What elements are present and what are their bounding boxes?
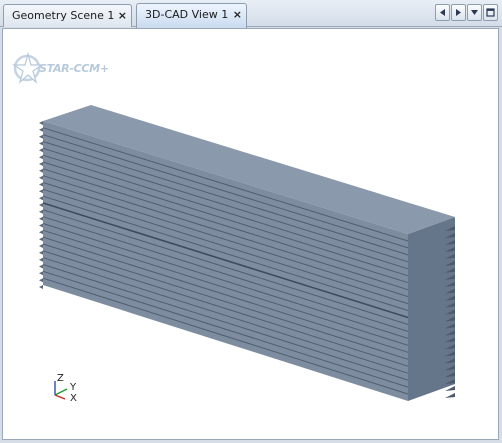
tab-navigation [435, 4, 498, 22]
tab-list-button[interactable] [467, 4, 482, 21]
x-axis-label: X [70, 393, 77, 404]
close-icon[interactable]: × [233, 4, 242, 25]
3d-viewport[interactable]: STAR-CCM+ Z Y X [2, 28, 499, 440]
fin-edge [445, 393, 455, 398]
tab-bar: Geometry Scene 1 × 3D-CAD View 1 × [0, 0, 502, 28]
y-axis-line [54, 388, 68, 396]
fin-edge [39, 121, 43, 125]
fin-edge [39, 244, 43, 248]
fin-edge [39, 264, 43, 269]
left-arrow-icon [440, 9, 445, 16]
y-axis-label: Y [69, 382, 77, 393]
fin-edge [39, 278, 43, 283]
dropdown-icon [471, 10, 478, 15]
z-axis-label: Z [57, 373, 64, 384]
tab-label: 3D-CAD View 1 [145, 8, 229, 21]
fin-edge [39, 285, 43, 289]
maximize-button[interactable] [483, 4, 498, 21]
fin-edge [39, 162, 43, 166]
fin-edge [39, 237, 43, 242]
fin-edge [39, 257, 43, 262]
fin-edge [39, 175, 43, 180]
fin-edge [39, 223, 43, 228]
tab-3d-cad-view-1[interactable]: 3D-CAD View 1 × [136, 3, 247, 28]
scroll-left-button[interactable] [435, 4, 450, 21]
fin-edge [39, 141, 43, 146]
maximize-icon [486, 8, 495, 17]
fin-edge [39, 168, 43, 173]
tab-label: Geometry Scene 1 [12, 9, 115, 22]
fin-edge [39, 196, 43, 201]
fin-edge [39, 203, 43, 207]
fin-edge [39, 230, 43, 235]
fin-edge [39, 127, 43, 132]
axis-triad: Z Y X [54, 373, 77, 404]
fin-edge [39, 189, 43, 194]
fin-edge [39, 148, 43, 153]
fin-edge [39, 134, 43, 139]
right-arrow-icon [456, 9, 461, 16]
heat-sink-model [39, 105, 455, 401]
fin-edge [39, 155, 43, 160]
x-axis-line [54, 394, 66, 400]
close-icon[interactable]: × [118, 5, 127, 26]
fin-edge [39, 209, 43, 214]
tab-geometry-scene-1[interactable]: Geometry Scene 1 × [3, 4, 132, 27]
left-fin-edges [39, 121, 43, 289]
cad-model-canvas[interactable]: Z Y X [3, 29, 499, 440]
scroll-right-button[interactable] [451, 4, 466, 21]
fin-edge [39, 182, 43, 187]
fin-edge [39, 216, 43, 221]
fin-edge [39, 250, 43, 255]
fin-edge [39, 271, 43, 276]
